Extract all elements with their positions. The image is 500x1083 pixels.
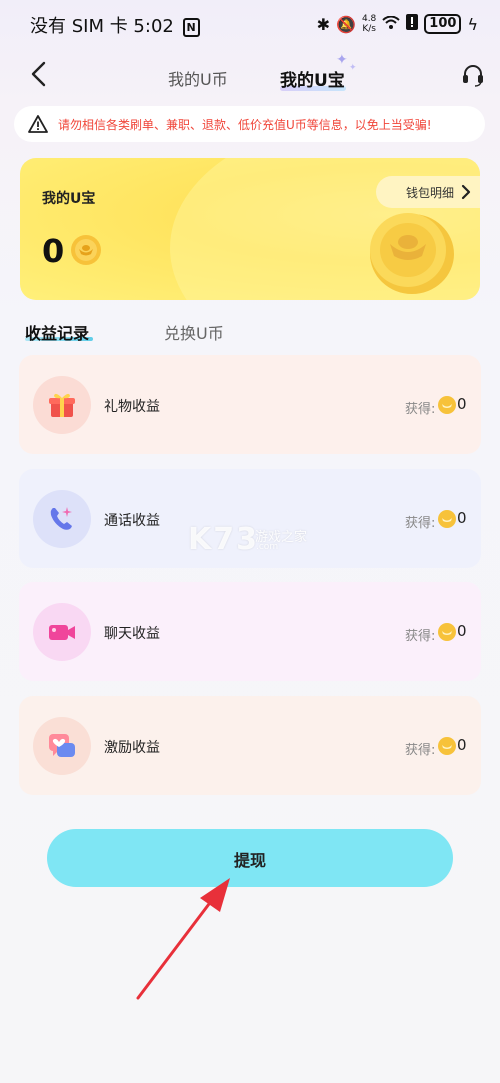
income-item-chat[interactable]: 聊天收益 获得: 0: [19, 582, 481, 681]
phone-call-icon: [50, 507, 72, 530]
heart-message-icon: [49, 734, 75, 757]
ingot-coin-icon: [438, 396, 456, 414]
watermark-logo: K73: [188, 522, 259, 557]
warning-icon: [28, 115, 48, 133]
tab-my-treasure[interactable]: 我的U宝: [280, 66, 345, 91]
watermark-url: .com: [256, 542, 279, 552]
item-label: 礼物收益: [104, 399, 160, 415]
video-camera-icon: [49, 625, 75, 640]
back-button[interactable]: [28, 60, 56, 90]
item-label: 聊天收益: [104, 626, 160, 642]
withdraw-button[interactable]: 提现: [47, 829, 453, 887]
treasure-balance-card: 我的U宝 0 钱包明细: [20, 158, 480, 300]
status-bar: 没有 SIM 卡 5:02 N ✱ 🔕 4.8 K/s 100 ϟ: [0, 0, 500, 48]
tab-my-coins[interactable]: 我的U币: [168, 66, 228, 90]
wallet-details-label: 钱包明细: [406, 186, 455, 200]
earn-label: 获得:: [405, 516, 436, 531]
mute-bell-icon: 🔕: [336, 14, 356, 34]
item-label: 激励收益: [104, 740, 160, 756]
tab-exchange-coins[interactable]: 兑换U币: [164, 320, 224, 344]
earn-label: 获得:: [405, 629, 436, 644]
tab-income-records[interactable]: 收益记录: [25, 320, 89, 344]
alert-icon: [406, 14, 419, 34]
earn-label: 获得:: [405, 743, 436, 758]
wallet-details-button[interactable]: 钱包明细: [376, 176, 480, 208]
wifi-icon: [382, 15, 400, 34]
fraud-warning-banner: 请勿相信各类刷单、兼职、退款、低价充值U币等信息，以免上当受骗!: [14, 106, 485, 142]
bluetooth-icon: ✱: [316, 14, 331, 34]
headset-icon: [463, 65, 483, 87]
item-value: 0: [457, 509, 467, 527]
balance-amount: 0: [42, 232, 65, 270]
withdraw-label: 提现: [233, 851, 266, 870]
ingot-coin-icon: [71, 235, 101, 265]
item-value: 0: [457, 736, 467, 754]
gift-icon: [49, 393, 75, 417]
annotation-arrow-icon: [136, 878, 230, 1000]
chevron-left-icon: [31, 61, 46, 87]
charging-icon: ϟ: [467, 14, 478, 34]
warning-text: 请勿相信各类刷单、兼职、退款、低价充值U币等信息，以免上当受骗!: [58, 118, 432, 132]
ingot-coin-icon: [438, 623, 456, 641]
income-item-gift[interactable]: 礼物收益 获得: 0: [19, 355, 481, 454]
chevron-right-icon: [461, 184, 471, 200]
carrier-time: 没有 SIM 卡 5:02: [30, 16, 174, 37]
big-ingot-coin-icon: [370, 213, 454, 294]
card-title: 我的U宝: [42, 191, 96, 207]
nfc-icon: N: [182, 18, 200, 37]
item-value: 0: [457, 395, 467, 413]
income-item-incentive[interactable]: 激励收益 获得: 0: [19, 696, 481, 795]
ingot-coin-icon: [438, 737, 456, 755]
net-speed: 4.8 K/s: [361, 14, 377, 34]
item-label: 通话收益: [104, 513, 160, 529]
battery-indicator: 100: [424, 14, 462, 34]
sparkle-small-icon: ✦: [349, 63, 357, 73]
ingot-coin-icon: [438, 510, 456, 528]
customer-service-button[interactable]: [460, 62, 486, 88]
sparkle-icon: ✦: [336, 52, 348, 68]
item-value: 0: [457, 622, 467, 640]
earn-label: 获得:: [405, 402, 436, 417]
